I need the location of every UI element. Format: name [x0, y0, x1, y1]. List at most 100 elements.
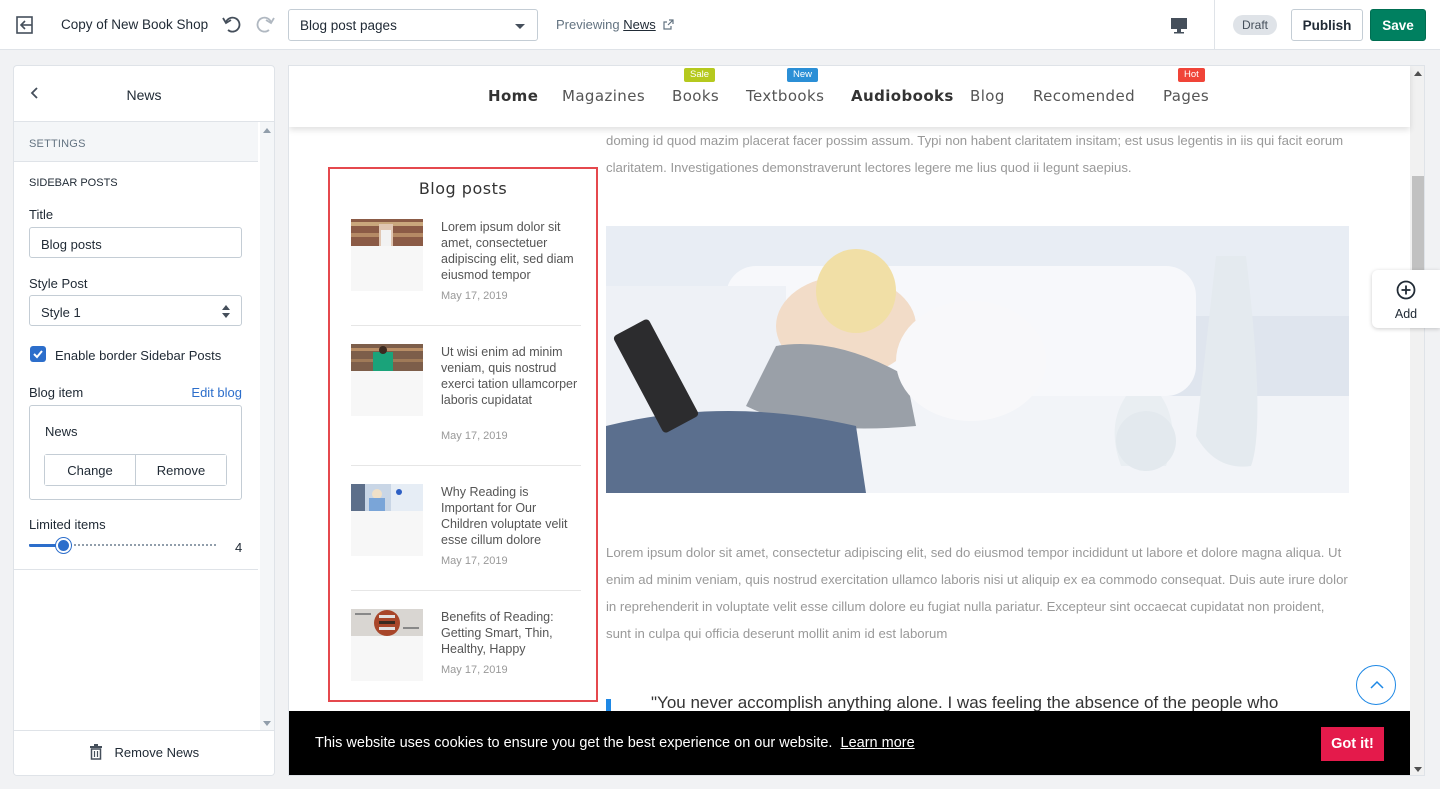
nav-item-pages[interactable]: Pages	[1163, 87, 1209, 105]
enable-border-checkbox[interactable]	[30, 346, 46, 362]
page-template-select[interactable]: Blog post pages	[288, 9, 538, 41]
exit-icon[interactable]	[14, 14, 36, 36]
blog-post-title[interactable]: Lorem ipsum dolor sit amet, consectetuer…	[441, 219, 583, 283]
blog-post-title[interactable]: Why Reading is Important for Our Childre…	[441, 484, 583, 548]
article-intro-text: doming id quod mazim placerat facer poss…	[606, 133, 1344, 175]
panel-title: News	[126, 87, 162, 103]
nav-item-audiobooks[interactable]: Audiobooks	[851, 87, 954, 105]
blog-post-image	[351, 609, 423, 636]
section-settings-panel: News SETTINGS SIDEBAR POSTS Title Blog p…	[13, 65, 275, 776]
divider	[1214, 0, 1215, 50]
hot-badge: Hot	[1178, 68, 1205, 82]
back-to-top-button[interactable]	[1356, 665, 1396, 705]
store-navigation: Home Magazines Sale Books New Textbooks …	[289, 66, 1410, 127]
save-button[interactable]: Save	[1370, 9, 1426, 41]
edit-blog-link[interactable]: Edit blog	[191, 385, 242, 400]
remove-button[interactable]: Remove	[136, 455, 226, 485]
limited-items-slider-thumb[interactable]	[56, 538, 71, 553]
title-label: Title	[29, 207, 54, 222]
nav-item-recomended[interactable]: Recomended	[1033, 87, 1135, 105]
section-heading: SIDEBAR POSTS	[29, 177, 118, 189]
article-body-text: Lorem ipsum dolor sit amet, consectetur …	[606, 545, 1348, 641]
title-input[interactable]: Blog posts	[29, 227, 242, 258]
scroll-down-icon[interactable]	[263, 721, 271, 726]
page-template-value: Blog post pages	[300, 18, 397, 33]
undo-icon[interactable]	[221, 13, 243, 35]
cookie-text: This website uses cookies to ensure you …	[315, 735, 833, 751]
scroll-up-icon[interactable]	[1414, 71, 1422, 76]
desktop-icon[interactable]	[1168, 14, 1190, 36]
top-bar: Copy of New Book Shop Blog post pages Pr…	[0, 0, 1440, 50]
select-arrows-icon	[222, 305, 230, 318]
scroll-up-icon[interactable]	[263, 128, 271, 133]
preview-link[interactable]: News	[623, 17, 656, 32]
sale-badge: Sale	[684, 68, 716, 82]
draft-badge: Draft	[1233, 15, 1278, 35]
new-badge: New	[787, 68, 819, 82]
chevron-up-icon	[1370, 680, 1384, 689]
limited-items-label: Limited items	[29, 517, 106, 532]
blog-post-image	[351, 344, 423, 371]
blog-post-date: May 17, 2019	[441, 430, 508, 442]
blog-post-title[interactable]: Benefits of Reading: Getting Smart, Thin…	[441, 609, 583, 657]
blog-item-picker: News Change Remove	[29, 405, 242, 500]
add-section-button[interactable]: Add	[1372, 270, 1440, 328]
nav-item-books[interactable]: Books	[672, 87, 719, 105]
nav-item-textbooks[interactable]: Textbooks	[746, 87, 824, 105]
divider	[351, 590, 581, 591]
trash-icon	[89, 744, 102, 760]
cookie-accept-button[interactable]: Got it!	[1321, 727, 1384, 761]
divider	[351, 465, 581, 466]
article-hero-image	[606, 226, 1349, 493]
panel-header: News	[14, 66, 274, 122]
remove-section-button[interactable]: Remove News	[14, 744, 274, 760]
cookie-message: This website uses cookies to ensure you …	[315, 735, 915, 751]
settings-label: SETTINGS	[29, 138, 86, 150]
preview-label: Previewing News	[556, 17, 674, 32]
blog-post-date: May 17, 2019	[441, 664, 508, 676]
blog-post-date: May 17, 2019	[441, 290, 508, 302]
sidebar-blog-posts[interactable]: Blog posts Lorem ipsum dolor sit amet, c…	[328, 167, 598, 702]
blog-post-date: May 17, 2019	[441, 555, 508, 567]
panel-scroll-area: SETTINGS SIDEBAR POSTS Title Blog posts …	[14, 122, 274, 732]
blog-post-thumbnail[interactable]	[351, 484, 423, 556]
chevron-down-icon	[515, 24, 525, 29]
cookie-banner: This website uses cookies to ensure you …	[289, 711, 1410, 775]
blog-post-image	[351, 219, 423, 246]
nav-item-magazines[interactable]: Magazines	[562, 87, 645, 105]
add-section-label: Add	[1394, 307, 1418, 321]
publish-button[interactable]: Publish	[1291, 9, 1363, 41]
redo-icon[interactable]	[254, 13, 276, 35]
blog-post-image	[351, 484, 423, 511]
nav-item-home[interactable]: Home	[488, 87, 538, 105]
shop-name: Copy of New Book Shop	[61, 17, 209, 32]
previewing-text: Previewing	[556, 17, 620, 32]
article-quote: "You never accomplish anything alone. I …	[651, 693, 1279, 712]
store-preview-frame: Home Magazines Sale Books New Textbooks …	[288, 65, 1425, 776]
blog-post-thumbnail[interactable]	[351, 344, 423, 416]
blog-item-name: News	[45, 424, 78, 439]
external-link-icon[interactable]	[663, 19, 674, 30]
style-post-label: Style Post	[29, 276, 88, 291]
preview-scrollbar[interactable]	[1410, 66, 1424, 775]
divider	[351, 325, 581, 326]
settings-body: SIDEBAR POSTS Title Blog posts Style Pos…	[14, 162, 258, 570]
enable-border-label[interactable]: Enable border Sidebar Posts	[55, 348, 221, 363]
learn-more-link[interactable]: Learn more	[841, 735, 915, 751]
remove-section-label: Remove News	[114, 745, 200, 760]
scroll-down-icon[interactable]	[1414, 767, 1422, 772]
style-post-value: Style 1	[41, 305, 81, 320]
blog-item-label: Blog item	[29, 385, 84, 400]
sidebar-blog-posts-title: Blog posts	[418, 179, 508, 198]
style-post-select[interactable]: Style 1	[29, 295, 242, 326]
blog-post-title[interactable]: Ut wisi enim ad minim veniam, quis nostr…	[441, 344, 583, 408]
blog-post-thumbnail[interactable]	[351, 609, 423, 681]
blog-item-actions: Change Remove	[44, 454, 227, 486]
panel-scrollbar[interactable]	[260, 122, 274, 732]
settings-header: SETTINGS	[14, 122, 258, 162]
nav-item-blog[interactable]: Blog	[970, 87, 1005, 105]
panel-footer: Remove News	[14, 730, 274, 775]
blog-post-thumbnail[interactable]	[351, 219, 423, 291]
change-button[interactable]: Change	[45, 455, 136, 485]
limited-items-value: 4	[235, 540, 243, 555]
